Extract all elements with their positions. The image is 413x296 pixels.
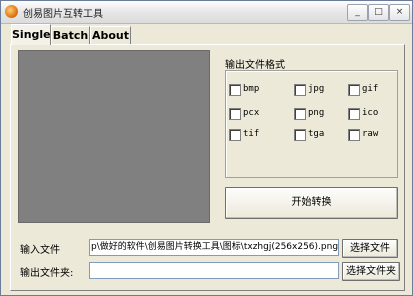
- checkbox-tif[interactable]: [229, 129, 241, 141]
- output-format-label: 输出文件格式: [225, 60, 285, 71]
- minimize-button[interactable]: _: [347, 4, 368, 21]
- checkbox-bmp-label: bmp: [243, 84, 260, 94]
- app-icon: [5, 5, 18, 18]
- checkbox-gif[interactable]: [348, 84, 360, 96]
- checkbox-jpg-label: jpg: [308, 84, 325, 94]
- choose-file-button[interactable]: 选择文件: [342, 239, 398, 258]
- input-file-field[interactable]: p\做好的软件\创易图片转换工具\图标\txzhgj(256x256).png: [89, 239, 339, 256]
- checkbox-tif-label: tif: [243, 129, 260, 139]
- checkbox-gif-label: gif: [362, 84, 379, 94]
- checkbox-pcx-label: pcx: [243, 108, 260, 118]
- checkbox-bmp[interactable]: [229, 84, 241, 96]
- tab-about[interactable]: About: [90, 26, 131, 44]
- checkbox-pcx[interactable]: [229, 108, 241, 120]
- tab-single[interactable]: Single: [11, 24, 51, 45]
- tab-batch[interactable]: Batch: [51, 26, 90, 44]
- checkbox-jpg[interactable]: [294, 84, 306, 96]
- output-folder-label: 输出文件夹:: [20, 268, 74, 279]
- checkbox-png[interactable]: [294, 108, 306, 120]
- input-file-label: 输入文件: [20, 245, 60, 256]
- close-button[interactable]: ×: [389, 4, 410, 21]
- checkbox-tga-label: tga: [308, 129, 325, 139]
- output-folder-field[interactable]: [89, 262, 339, 279]
- start-convert-button[interactable]: 开始转换: [225, 187, 398, 219]
- maximize-button[interactable]: □: [368, 4, 389, 21]
- title-bar[interactable]: 创易图片互转工具 _ □ ×: [1, 1, 412, 24]
- checkbox-raw[interactable]: [348, 129, 360, 141]
- checkbox-ico-label: ico: [362, 108, 379, 118]
- checkbox-png-label: png: [308, 108, 325, 118]
- checkbox-ico[interactable]: [348, 108, 360, 120]
- window-title: 创易图片互转工具: [23, 9, 103, 20]
- choose-folder-button[interactable]: 选择文件夹: [342, 262, 400, 281]
- checkbox-raw-label: raw: [362, 129, 379, 139]
- checkbox-tga[interactable]: [294, 129, 306, 141]
- image-preview: [18, 50, 210, 223]
